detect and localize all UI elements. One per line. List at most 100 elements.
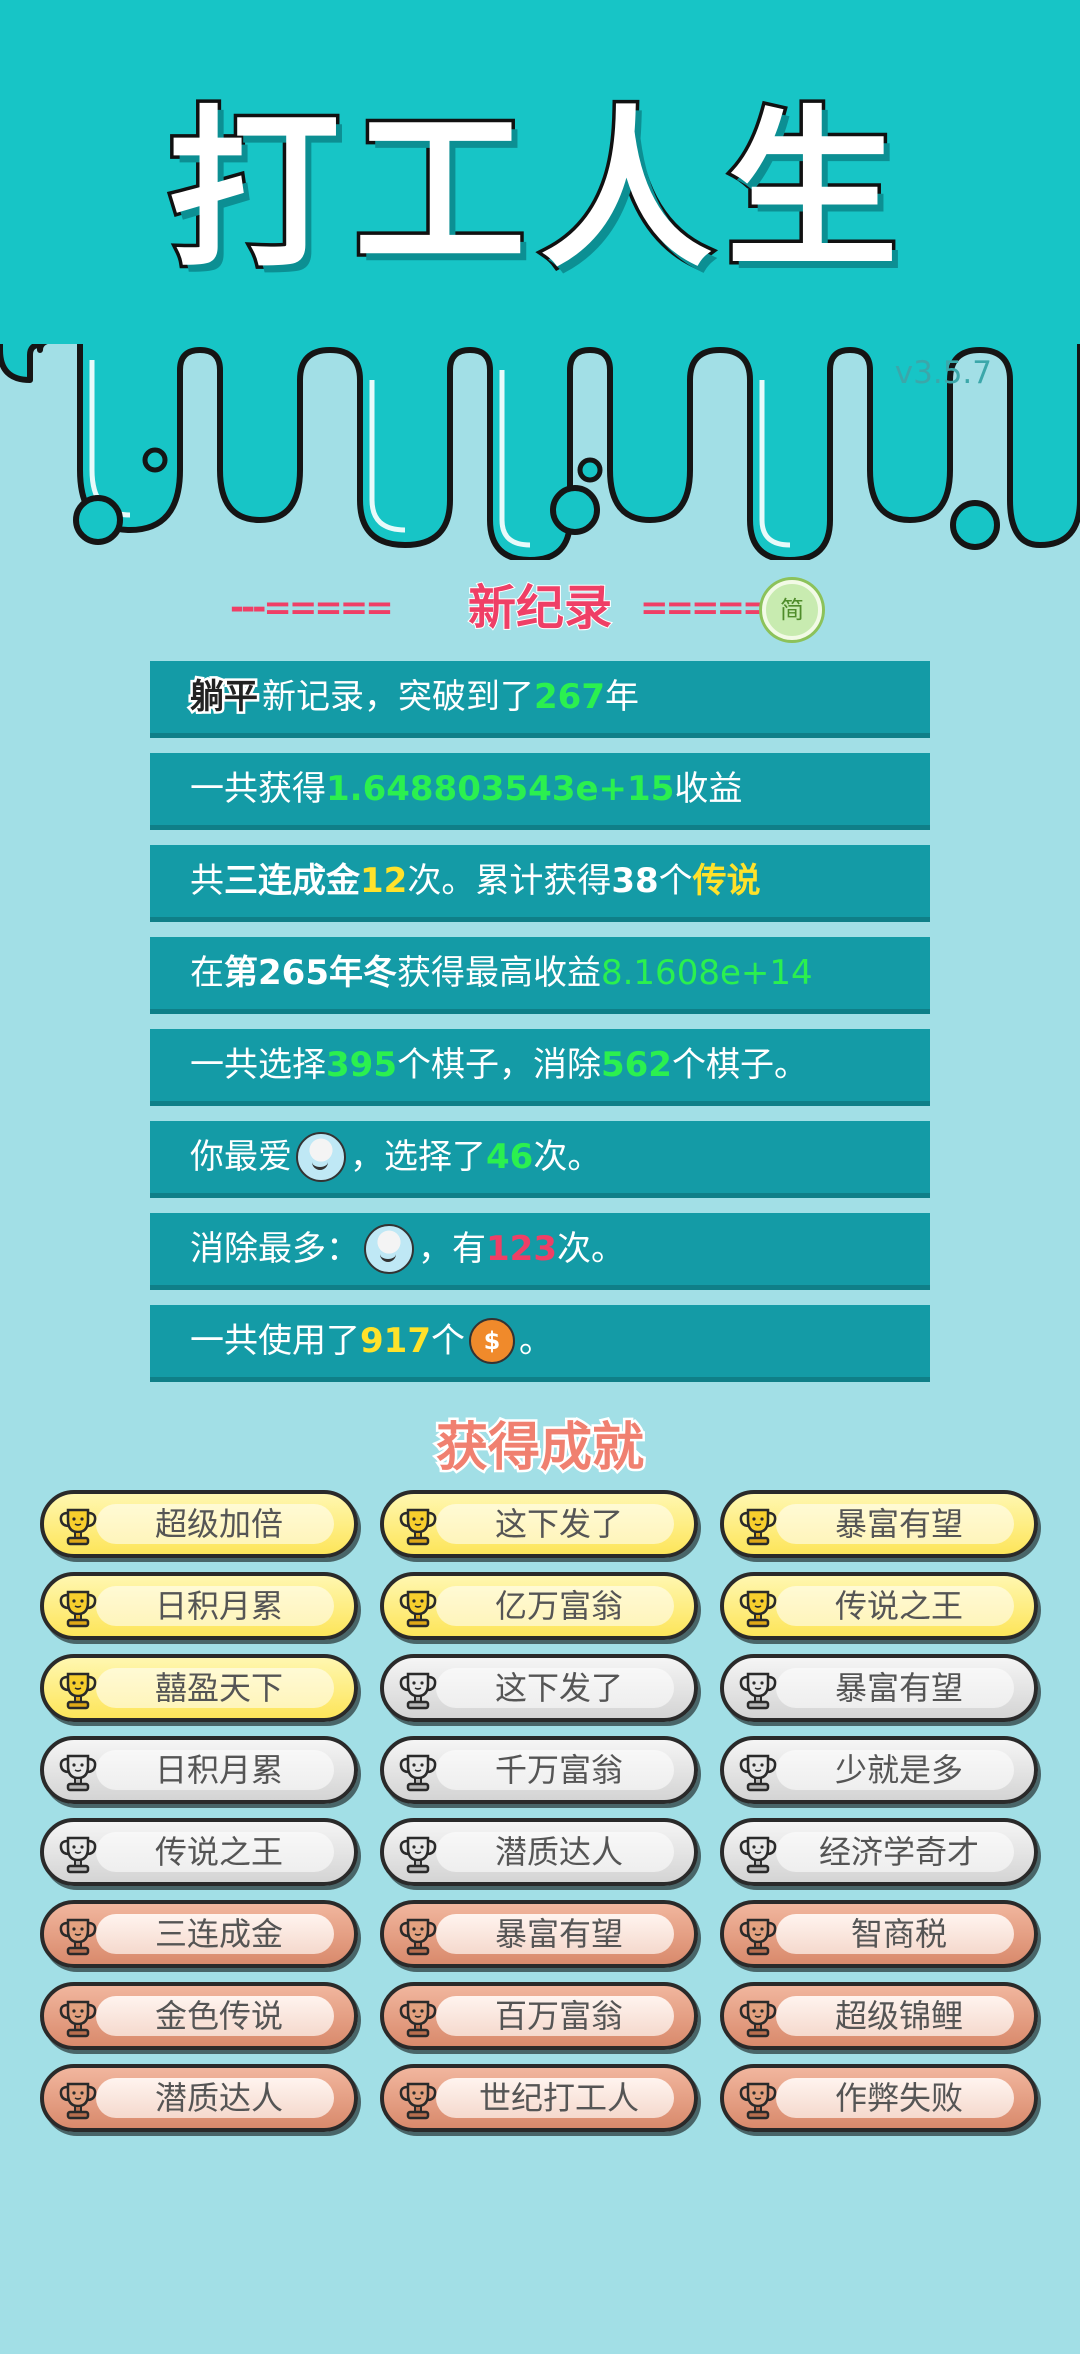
heading-dash-left: ---=====	[230, 588, 394, 628]
record-row-total-income: 一共获得 1.648803543e+15 收益	[150, 753, 930, 830]
achievements-title: 获得成就	[433, 1416, 646, 1481]
achievement-label: 囍盈天下	[154, 1669, 283, 1707]
record-text: 次。	[556, 1229, 625, 1269]
achievement-label: 超级加倍	[154, 1505, 283, 1543]
triple-gold-label: 三连成金	[224, 861, 360, 901]
achievement-badge-bronze[interactable]: 世纪打工人	[380, 2064, 698, 2132]
achievement-badge-bronze[interactable]: 作弊失败	[720, 2064, 1038, 2132]
record-text: 个棋子，消除	[396, 1045, 601, 1085]
triple-gold-count: 12	[360, 861, 408, 901]
achievement-label: 暴富有望	[834, 1505, 963, 1543]
legend-label: 传说	[692, 861, 761, 901]
achievement-badge-silver[interactable]: 潜质达人	[380, 1818, 698, 1886]
record-text: ，有	[418, 1229, 486, 1269]
legend-count: 38	[611, 861, 659, 901]
achievement-badge-bronze[interactable]: 三连成金	[40, 1900, 358, 1968]
achievement-label: 潜质达人	[154, 2079, 283, 2117]
achievement-label: 传说之王	[834, 1587, 963, 1625]
achievement-badge-gold[interactable]: 亿万富翁	[380, 1572, 698, 1640]
achievement-label: 传说之王	[154, 1833, 283, 1871]
achievement-badge-gold[interactable]: 超级加倍	[40, 1490, 358, 1558]
record-text: 个	[430, 1321, 465, 1361]
lie-flat-tag: 躺平	[188, 675, 261, 720]
record-text: 消除最多：	[190, 1229, 360, 1269]
achievement-label: 金色传说	[154, 1997, 283, 2035]
achievement-badge-silver[interactable]: 千万富翁	[380, 1736, 698, 1804]
record-text: 你最爱	[190, 1137, 292, 1177]
achievement-badge-gold[interactable]: 囍盈天下	[40, 1654, 358, 1722]
achievement-badge-bronze[interactable]: 暴富有望	[380, 1900, 698, 1968]
selected-pieces-value: 395	[326, 1045, 397, 1085]
rice-bowl-icon	[364, 1224, 414, 1274]
achievement-badge-silver[interactable]: 经济学奇才	[720, 1818, 1038, 1886]
achievement-label: 智商税	[850, 1915, 947, 1953]
achievement-badge-silver[interactable]: 日积月累	[40, 1736, 358, 1804]
record-text: 。	[518, 1321, 553, 1361]
record-row-coins: 一共使用了 917 个 $ 。	[150, 1305, 930, 1382]
achievement-label: 暴富有望	[494, 1915, 623, 1953]
record-row-years: 躺平 新记录，突破到了 267 年	[150, 661, 930, 738]
achievement-label: 世纪打工人	[478, 2079, 639, 2117]
achievement-label: 经济学奇才	[818, 1833, 979, 1871]
achievement-label: 亿万富翁	[494, 1587, 623, 1625]
achievement-label: 超级锦鲤	[834, 1997, 963, 2035]
achievement-badge-bronze[interactable]: 潜质达人	[40, 2064, 358, 2132]
record-text: 共	[190, 861, 224, 901]
achievement-label: 这下发了	[494, 1505, 623, 1543]
achievement-badge-bronze[interactable]: 金色传说	[40, 1982, 358, 2050]
achievement-label: 潜质达人	[494, 1833, 623, 1871]
version-label: v3.5.7	[894, 355, 992, 391]
achievement-label: 暴富有望	[834, 1669, 963, 1707]
new-record-title: 新纪录	[467, 579, 613, 637]
record-text: 收益	[674, 769, 743, 809]
record-text: 新记录，突破到了	[262, 677, 534, 717]
record-text: 年	[604, 677, 639, 717]
eliminated-pieces-value: 562	[600, 1045, 672, 1085]
record-row-triple-gold: 共 三连成金 12 次。累计获得 38 个 传说	[150, 845, 930, 922]
favorite-count: 46	[486, 1137, 534, 1177]
new-record-heading: ---===== 新纪录 =====- 简	[0, 578, 1080, 640]
achievement-label: 日积月累	[154, 1751, 283, 1789]
achievement-badge-silver[interactable]: 暴富有望	[720, 1654, 1038, 1722]
achievement-badge-gold[interactable]: 暴富有望	[720, 1490, 1038, 1558]
record-text: ，选择了	[350, 1137, 486, 1177]
rice-bowl-icon	[296, 1132, 346, 1182]
record-row-favorite: 你最爱 ，选择了 46 次。	[150, 1121, 930, 1198]
record-row-pieces: 一共选择 395 个棋子，消除 562 个棋子。	[150, 1029, 930, 1106]
achievement-badge-gold[interactable]: 日积月累	[40, 1572, 358, 1640]
record-text: 一共获得	[190, 769, 326, 809]
record-text: 个	[658, 861, 693, 901]
record-text: 在	[190, 953, 224, 993]
record-text: 次。累计获得	[407, 861, 612, 901]
achievement-badge-silver[interactable]: 传说之王	[40, 1818, 358, 1886]
achievement-badge-silver[interactable]: 这下发了	[380, 1654, 698, 1722]
achievement-label: 这下发了	[494, 1669, 623, 1707]
record-row-most-eliminated: 消除最多： ，有 123 次。	[150, 1213, 930, 1290]
record-list: 躺平 新记录，突破到了 267 年 一共获得 1.648803543e+15 收…	[150, 661, 930, 1397]
record-text: 获得最高收益	[396, 953, 601, 993]
achievement-badge-bronze[interactable]: 智商税	[720, 1900, 1038, 1968]
highest-income-value: 8.1608e+14	[600, 953, 813, 993]
coins-used-value: 917	[360, 1321, 431, 1361]
achievement-badge-gold[interactable]: 这下发了	[380, 1490, 698, 1558]
record-text: 一共使用了	[190, 1321, 360, 1361]
achievement-label: 三连成金	[154, 1915, 283, 1953]
coin-icon: $	[468, 1318, 515, 1364]
record-text: 次。	[533, 1137, 602, 1177]
achievement-label: 作弊失败	[834, 2079, 963, 2117]
achievement-badge-bronze[interactable]: 百万富翁	[380, 1982, 698, 2050]
achievement-label: 少就是多	[834, 1751, 963, 1789]
achievement-badge-gold[interactable]: 传说之王	[720, 1572, 1038, 1640]
achievement-label: 千万富翁	[494, 1751, 623, 1789]
years-value: 267	[534, 677, 605, 717]
achievement-badge-silver[interactable]: 少就是多	[720, 1736, 1038, 1804]
game-title: 打工人生	[165, 90, 912, 291]
record-text: 个棋子。	[671, 1045, 808, 1085]
season-label: 第265年冬	[224, 953, 397, 993]
record-row-highest-income: 在 第265年冬 获得最高收益 8.1608e+14	[150, 937, 930, 1014]
total-income-value: 1.648803543e+15	[326, 769, 675, 809]
achievement-label: 日积月累	[154, 1587, 283, 1625]
achievement-badge-bronze[interactable]: 超级锦鲤	[720, 1982, 1038, 2050]
language-toggle-button[interactable]: 简	[762, 580, 822, 640]
header-banner: 打工人生 v3.5.7	[0, 0, 1080, 560]
